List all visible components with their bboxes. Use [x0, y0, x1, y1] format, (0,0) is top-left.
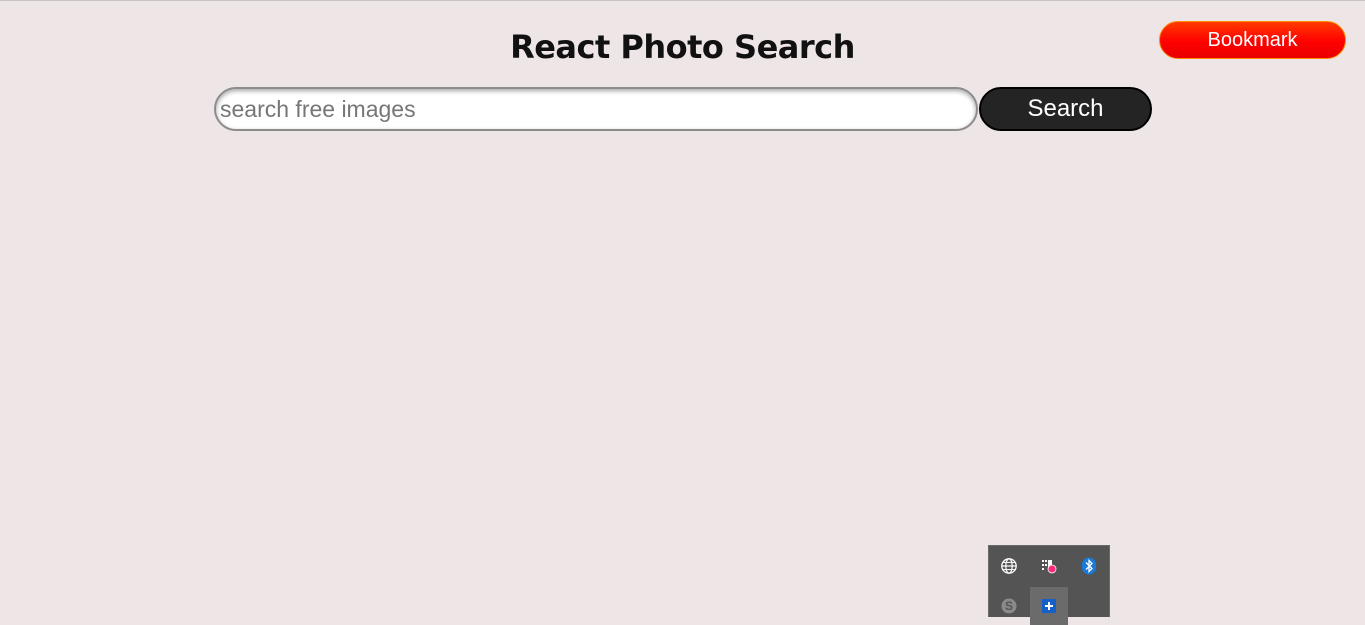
search-input[interactable] [214, 87, 978, 131]
globe-icon[interactable] [990, 547, 1028, 585]
bookmark-button[interactable]: Bookmark [1159, 21, 1346, 59]
window-top-border [0, 0, 1365, 1]
plus-icon[interactable] [1030, 587, 1068, 625]
system-tray-overflow: S [988, 545, 1110, 625]
svg-text:S: S [1005, 599, 1013, 613]
bluetooth-icon[interactable] [1070, 547, 1108, 585]
search-button[interactable]: Search [979, 87, 1152, 131]
app-notification-icon[interactable] [1030, 547, 1068, 585]
skype-icon[interactable]: S [990, 587, 1028, 625]
